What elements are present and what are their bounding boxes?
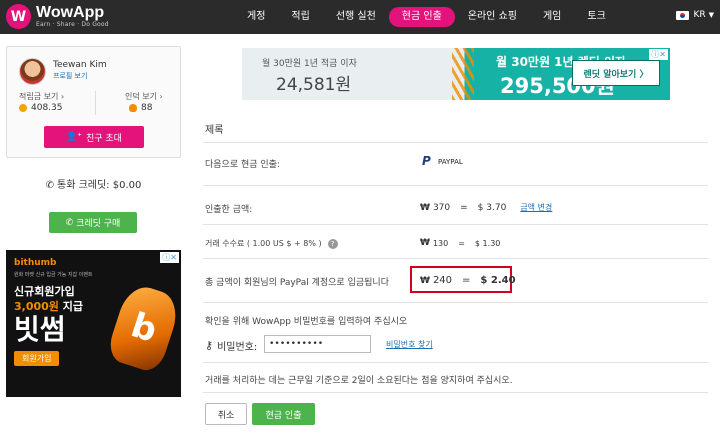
fee-value: ₩130 = $ 1.30 (420, 238, 501, 248)
logo-title: WowApp (36, 4, 105, 21)
processing-note: 거래를 처리하는 데는 근무일 기준으로 2일이 소요된다는 점을 양지하여 주… (205, 376, 513, 386)
divider (203, 142, 708, 143)
view-profile-link[interactable]: 프로필 보기 (53, 71, 87, 81)
karma-value: 88 (129, 103, 152, 113)
ad-subtext: 원화 마켓 신규 입금 가능 지갑 이벤트 (14, 272, 93, 278)
total-label: 총 금액이 회원님의 PayPal 계정으로 입금됩니다 (205, 278, 389, 288)
nav-item-cash-out[interactable]: 현금 인출 (388, 7, 455, 27)
bithumb-ad-banner[interactable]: ⓘ✕ bithumb 원화 마켓 신규 입금 가능 지갑 이벤트 신규회원가입 … (6, 250, 181, 397)
earnings-link[interactable]: 적립금 보기 › (19, 91, 64, 102)
divider (203, 185, 708, 186)
avatar[interactable] (19, 58, 46, 85)
password-input[interactable] (264, 335, 371, 353)
language-code: KR (693, 10, 706, 20)
amount-value: ₩370 = $ 3.70 금액 변경 (420, 202, 553, 213)
logo-icon: W (6, 4, 31, 29)
divider (203, 302, 708, 303)
forgot-password-link[interactable]: 비밀번호 찾기 (386, 339, 433, 350)
karma-link[interactable]: 인덕 보기 › (125, 91, 163, 102)
top-navigation-bar: W WowApp Earn · Share · Do Good 게정 적립 선행… (0, 0, 720, 34)
user-name: Teewan Kim (53, 60, 107, 70)
ad-left-amount: 24,581원 (276, 75, 352, 95)
divider (203, 258, 708, 259)
nav-item-talk[interactable]: 토크 (574, 7, 618, 27)
key-icon: ⚷ (205, 339, 214, 352)
chevron-down-icon: ▼ (708, 11, 714, 19)
ad-learn-more-button[interactable]: 렌딧 알아보기 〉 (572, 60, 660, 86)
flame-icon (129, 104, 137, 112)
help-icon[interactable]: ? (327, 238, 338, 249)
call-credit: ✆ 통화 크레딧: $0.00 (45, 180, 142, 191)
fee-label: 거래 수수료 ( 1.00 US $ + 8% )? (205, 238, 338, 249)
ad-headline: 신규회원가입 (14, 285, 75, 298)
password-label: ⚷ 비밀번호: (205, 339, 258, 353)
add-user-icon: 👤⁺ (66, 132, 82, 142)
main-nav: 게정 적립 선행 실천 현금 인출 온라인 쇼핑 게임 토크 (234, 7, 619, 27)
withdraw-via-label: 다음으로 현금 인출: (205, 160, 280, 170)
amount-label: 인출한 금액: (205, 205, 253, 215)
paypal-icon: P (422, 154, 431, 168)
nav-item-earn[interactable]: 적립 (278, 7, 322, 27)
coin-icon (19, 104, 27, 112)
divider (203, 392, 708, 393)
cash-out-button[interactable]: 현금 인출 (252, 403, 315, 425)
change-amount-link[interactable]: 금액 변경 (520, 202, 552, 213)
cancel-button[interactable]: 취소 (205, 403, 247, 425)
ad-signup-button[interactable]: 회원가입 (14, 351, 60, 366)
paypal-method: P PAYPAL (422, 154, 463, 168)
divider (95, 91, 96, 115)
ad-brand: bithumb (14, 258, 57, 268)
ad-choices-icon[interactable]: ⓘ✕ (649, 49, 668, 60)
page-title: 제록 (205, 125, 224, 136)
ad-big-text: 빗썸 (14, 313, 66, 346)
nav-item-online-shopping[interactable]: 온라인 쇼핑 (455, 7, 530, 27)
ad-offer: 3,000원 지급 (14, 300, 83, 313)
nav-item-account[interactable]: 게정 (234, 7, 278, 27)
lendit-ad-banner[interactable]: ⓘ✕ 월 30만원 1년 적금 이자 24,581원 월 30만원 1년 렌딧 … (242, 48, 670, 100)
profile-card: Teewan Kim 프로필 보기 적립금 보기 › 408.35 인덕 보기 … (6, 46, 181, 158)
invite-friend-button[interactable]: 👤⁺ 친구 초대 (44, 126, 144, 148)
wowapp-logo[interactable]: W WowApp Earn · Share · Do Good (6, 4, 109, 29)
language-selector[interactable]: KR ▼ (676, 10, 714, 20)
divider (203, 224, 708, 225)
buy-credit-button[interactable]: ✆ 크레딧 구매 (49, 212, 137, 233)
nav-item-games[interactable]: 게임 (530, 7, 574, 27)
phone-icon: ✆ (45, 180, 54, 191)
logo-tagline: Earn · Share · Do Good (36, 21, 109, 28)
total-value: ₩240 = $ 2.40 (420, 275, 516, 286)
earnings-value: 408.35 (19, 103, 63, 113)
divider (203, 362, 708, 363)
ad-choices-icon[interactable]: ⓘ✕ (160, 252, 179, 263)
korea-flag-icon (676, 10, 690, 20)
password-prompt: 확인을 위해 WowApp 비밀번호를 입력하여 주십시오 (205, 317, 408, 327)
ad-left-caption: 월 30만원 1년 적금 이자 (262, 59, 357, 69)
bithumb-coin-icon: b (105, 281, 181, 375)
ad-stripe-decoration (452, 48, 474, 100)
phone-icon: ✆ (65, 217, 77, 228)
nav-item-do-good[interactable]: 선행 실천 (323, 7, 389, 27)
